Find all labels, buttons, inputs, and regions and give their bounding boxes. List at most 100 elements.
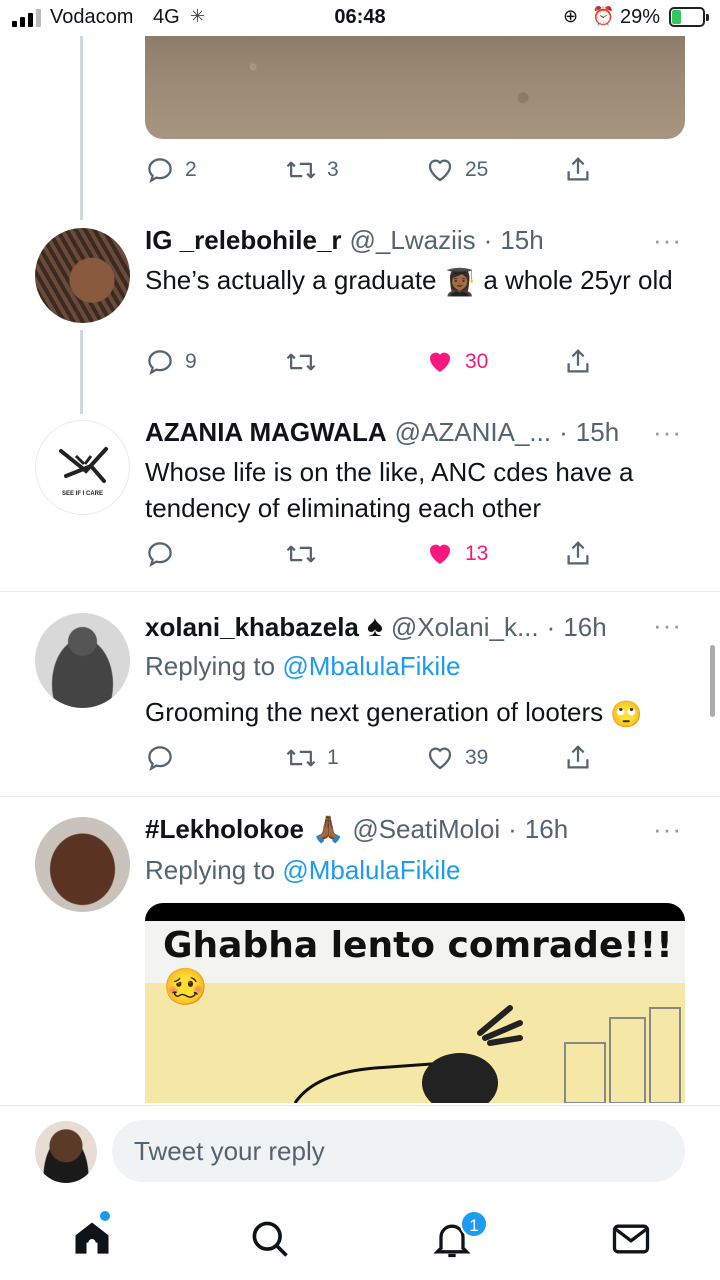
display-name[interactable]: AZANIA MAGWALA	[145, 417, 387, 448]
display-name[interactable]: IG _relebohile_r	[145, 225, 342, 256]
spade-emoji: ♠	[366, 610, 383, 643]
handle[interactable]: @SeatiMoloi	[352, 814, 500, 845]
share-icon	[567, 349, 589, 373]
reply-bar	[0, 1105, 720, 1199]
share-button[interactable]	[563, 344, 593, 380]
tweet-text: She’s actually a graduate 👩🏾‍🎓 a whole 2…	[145, 262, 680, 300]
my-avatar[interactable]	[35, 1121, 97, 1183]
timestamp[interactable]: 15h	[576, 417, 619, 448]
reply-input[interactable]	[112, 1120, 685, 1182]
replying-to: Replying to @MbalulaFikile	[145, 855, 460, 886]
mention-link[interactable]: @MbalulaFikile	[282, 855, 460, 885]
reply-button[interactable]	[145, 740, 185, 776]
timestamp[interactable]: 16h	[563, 612, 606, 643]
reply-button[interactable]	[145, 536, 185, 572]
mention-link[interactable]: @MbalulaFikile	[282, 651, 460, 681]
like-button[interactable]: 25	[425, 152, 488, 188]
mail-icon	[612, 1224, 650, 1254]
retweet-button[interactable]: 1	[285, 740, 339, 776]
reply-button[interactable]: 2	[145, 152, 197, 188]
retweet-button[interactable]	[285, 344, 327, 380]
nav-messages[interactable]	[609, 1217, 653, 1261]
separator: ·	[559, 417, 568, 447]
timestamp[interactable]: 15h	[500, 225, 543, 256]
more-options-icon[interactable]: ···	[653, 610, 682, 641]
retweet-icon	[286, 749, 316, 767]
thread-line	[80, 36, 83, 220]
like-button[interactable]: 13	[425, 536, 488, 572]
tweet-header: xolani_khabazela ♠ @Xolani_k... · 16h	[145, 610, 660, 644]
home-new-indicator	[100, 1211, 110, 1221]
share-button[interactable]	[563, 152, 593, 188]
reply-icon	[148, 542, 172, 568]
tweet-text-part: She’s actually a graduate	[145, 265, 437, 295]
tweet-text: Whose life is on the like, ANC cdes have…	[145, 457, 634, 523]
share-button[interactable]	[563, 740, 593, 776]
notifications-badge: 1	[460, 1210, 488, 1238]
heart-filled-icon	[430, 544, 450, 564]
heart-icon	[428, 159, 452, 182]
more-options-icon[interactable]: ···	[653, 814, 682, 845]
retweet-icon	[286, 545, 316, 563]
avatar-logo	[59, 447, 108, 483]
replying-to: Replying to @MbalulaFikile	[145, 651, 460, 682]
nav-search[interactable]	[248, 1217, 292, 1261]
reply-count: 2	[185, 158, 197, 181]
handle[interactable]: @AZANIA_...	[395, 417, 551, 448]
like-count: 30	[465, 350, 489, 373]
home-icon	[75, 1222, 109, 1254]
timestamp[interactable]: 16h	[525, 814, 568, 845]
more-options-icon[interactable]: ···	[653, 225, 682, 256]
like-button[interactable]: 39	[425, 740, 488, 776]
retweet-button[interactable]: 3	[285, 152, 339, 188]
praying-hands-emoji: 🙏🏾	[311, 814, 345, 844]
like-count: 39	[465, 746, 489, 769]
tweet-header: AZANIA MAGWALA @AZANIA_... · 15h	[145, 417, 660, 448]
avatar[interactable]	[35, 817, 130, 912]
status-bar: Vodacom 4G ✳ 06:48 ⊕ ⏰ 29% ⚡	[0, 0, 720, 36]
reply-icon	[148, 746, 172, 772]
replying-prefix: Replying to	[145, 855, 276, 885]
tweet-text-part: a whole 25yr old	[483, 265, 673, 295]
alarm-icon: ⏰	[592, 6, 615, 26]
reply-icon	[148, 350, 172, 376]
handle[interactable]: @Xolani_k...	[391, 612, 539, 643]
graduate-emoji: 👩🏾‍🎓	[443, 267, 477, 298]
battery-percent: 29%	[620, 6, 661, 28]
rotation-lock-icon: ⊕	[563, 6, 579, 26]
display-name[interactable]: xolani_khabazela	[145, 612, 359, 643]
like-count: 25	[465, 158, 489, 181]
like-count: 13	[465, 542, 489, 565]
heart-icon	[428, 747, 452, 770]
separator: ·	[546, 612, 556, 642]
retweet-count: 3	[327, 158, 339, 181]
share-button[interactable]	[563, 536, 593, 572]
retweet-icon	[286, 161, 316, 179]
separator: ·	[508, 814, 517, 844]
reply-button[interactable]: 9	[145, 344, 197, 380]
retweet-button[interactable]	[285, 536, 327, 572]
avatar[interactable]: SEE IF I CARE	[35, 420, 130, 515]
display-name[interactable]: #Lekholokoe	[145, 814, 304, 845]
reply-icon	[148, 158, 172, 184]
separator: ·	[483, 225, 493, 255]
tweet-photo[interactable]	[145, 36, 685, 139]
tweet-header: #Lekholokoe 🙏🏾 @SeatiMoloi · 16h	[145, 814, 660, 845]
avatar[interactable]	[35, 613, 130, 708]
tweet-media-image[interactable]: Ghabha lento comrade!!!🥴	[145, 903, 685, 1103]
reply-count: 9	[185, 350, 197, 373]
share-icon	[567, 157, 589, 181]
nav-home[interactable]	[70, 1217, 114, 1261]
avatar[interactable]	[35, 228, 130, 323]
like-button[interactable]: 30	[425, 344, 488, 380]
share-icon	[567, 745, 589, 769]
scrollbar[interactable]	[710, 645, 715, 717]
more-options-icon[interactable]: ···	[653, 417, 682, 448]
divider	[0, 591, 720, 592]
thread-line	[80, 330, 83, 414]
retweet-count: 1	[327, 746, 339, 769]
divider	[0, 796, 720, 797]
handle[interactable]: @_Lwaziis	[350, 225, 476, 256]
tweet-actions: 1 39	[145, 740, 605, 776]
retweet-icon	[286, 353, 316, 371]
